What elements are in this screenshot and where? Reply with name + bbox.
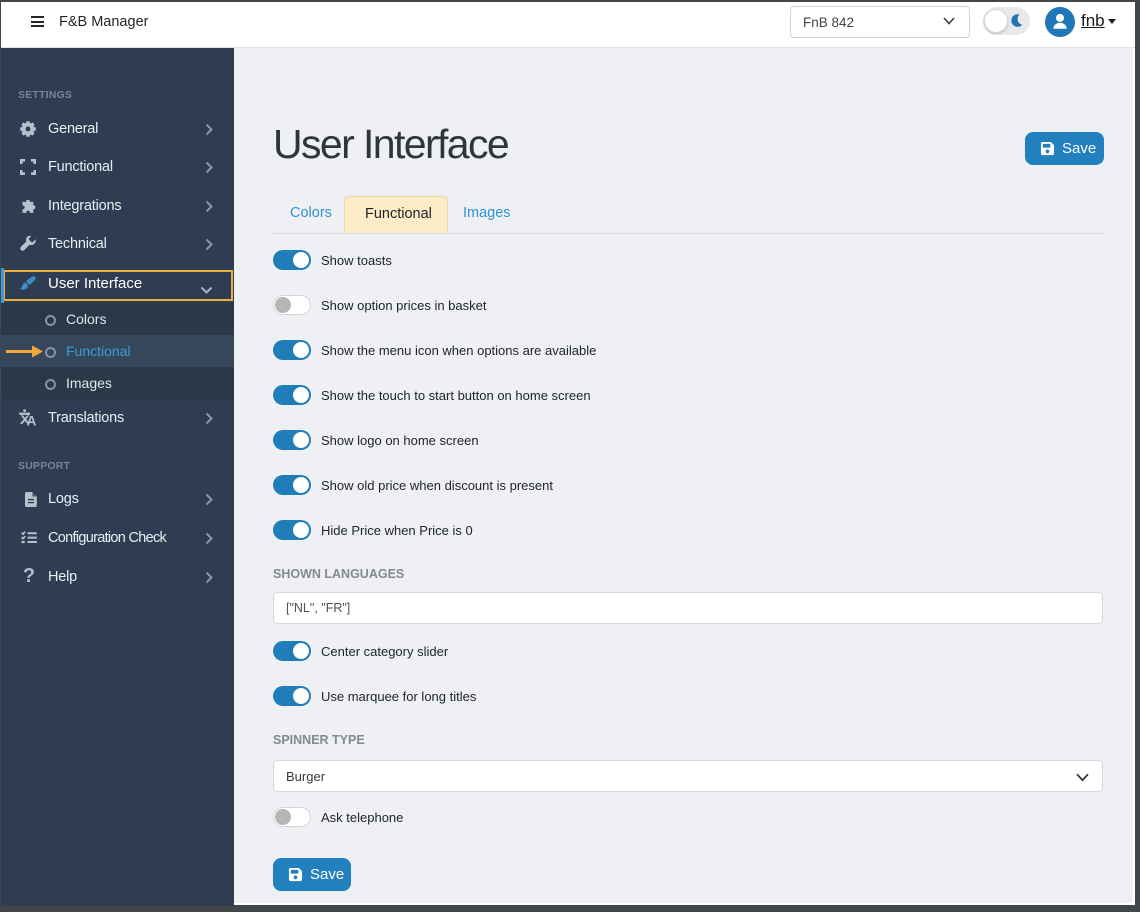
svg-text:A: A [27,413,37,427]
